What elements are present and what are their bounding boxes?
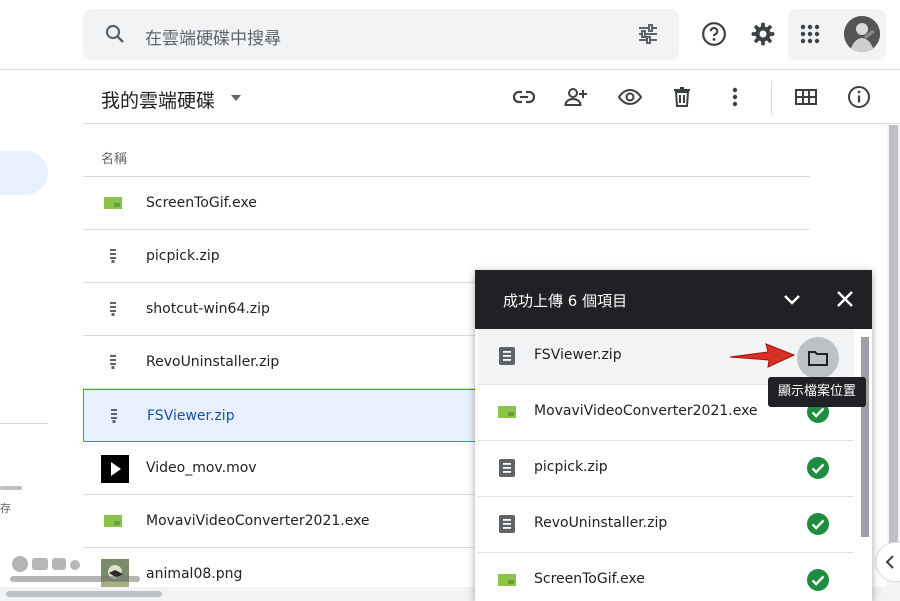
file-name: Video_mov.mov — [146, 460, 257, 476]
file-name: animal08.png — [146, 566, 243, 582]
upload-item[interactable]: RevoUninstaller.zip — [478, 497, 854, 553]
top-bar: 在雲端硬碟中搜尋 — [0, 0, 900, 70]
show-file-location-button[interactable] — [797, 337, 839, 379]
more-vert-icon[interactable] — [723, 85, 747, 109]
info-icon[interactable] — [847, 85, 871, 109]
table-row[interactable]: ScreenToGif.exe — [83, 177, 810, 230]
zip-icon — [499, 459, 515, 477]
file-name: picpick.zip — [146, 248, 220, 264]
upload-item-name: picpick.zip — [534, 459, 608, 475]
scroll-thumb[interactable] — [6, 591, 162, 597]
avatar-photo-icon — [844, 16, 880, 52]
exe-icon — [498, 574, 516, 586]
search-icon — [105, 24, 124, 43]
storage-label: 存 — [0, 502, 11, 515]
vertical-scrollbar[interactable] — [887, 125, 900, 587]
folder-icon — [808, 351, 828, 366]
avatar[interactable] — [844, 16, 880, 52]
upload-item[interactable]: ScreenToGif.exe — [478, 553, 854, 601]
file-name: shotcut-win64.zip — [146, 301, 270, 317]
search-box[interactable]: 在雲端硬碟中搜尋 — [83, 9, 679, 60]
page-title[interactable]: 我的雲端硬碟 — [101, 86, 215, 113]
storage-meter — [0, 486, 22, 490]
grid-view-icon[interactable] — [794, 85, 818, 109]
account-area — [788, 9, 886, 60]
add-person-icon[interactable] — [564, 85, 588, 109]
settings-gear-icon[interactable] — [750, 21, 776, 47]
upload-item-name: RevoUninstaller.zip — [534, 515, 668, 531]
exe-icon — [498, 406, 516, 418]
upload-panel-header: 成功上傳 6 個項目 — [475, 270, 872, 329]
caret-down-icon[interactable] — [229, 91, 243, 105]
sidebar-divider — [0, 423, 48, 424]
upload-item-name: MovaviVideoConverter2021.exe — [534, 403, 758, 419]
sidebar-item-my-drive[interactable] — [0, 151, 48, 195]
header-divider — [771, 81, 772, 115]
zip-icon — [110, 355, 116, 369]
file-name: ScreenToGif.exe — [146, 195, 257, 211]
exe-icon — [104, 515, 122, 527]
upload-scrollbar[interactable] — [858, 329, 872, 601]
close-icon[interactable] — [835, 289, 855, 309]
annotation-arrow-icon — [729, 343, 796, 368]
help-icon[interactable] — [701, 21, 727, 47]
exe-icon — [104, 197, 122, 209]
preview-eye-icon[interactable] — [618, 85, 642, 109]
trash-icon[interactable] — [670, 85, 694, 109]
link-icon[interactable] — [512, 85, 536, 109]
watermark-logo — [10, 556, 140, 582]
zip-icon — [499, 347, 515, 365]
zip-icon — [110, 249, 116, 263]
upload-title: 成功上傳 6 個項目 — [503, 292, 628, 310]
file-name: FSViewer.zip — [147, 408, 235, 424]
zip-icon — [111, 409, 117, 423]
search-options-icon[interactable] — [636, 22, 660, 46]
zip-icon — [499, 515, 515, 533]
column-header-name[interactable]: 名稱 — [83, 125, 810, 177]
check-circle-icon — [807, 513, 829, 535]
scroll-thumb[interactable] — [889, 125, 898, 545]
side-panel-toggle[interactable] — [875, 542, 900, 582]
file-name: MovaviVideoConverter2021.exe — [146, 513, 370, 529]
content-header: 我的雲端硬碟 — [83, 71, 900, 124]
upload-item[interactable]: picpick.zip — [478, 441, 854, 497]
upload-item-name: FSViewer.zip — [534, 347, 622, 363]
video-icon — [101, 455, 129, 483]
check-circle-icon — [807, 457, 829, 479]
file-name: RevoUninstaller.zip — [146, 354, 280, 370]
search-input[interactable]: 在雲端硬碟中搜尋 — [145, 24, 281, 49]
chevron-down-icon[interactable] — [782, 289, 802, 309]
scroll-thumb[interactable] — [861, 337, 869, 537]
check-circle-icon — [807, 569, 829, 591]
upload-item-name: ScreenToGif.exe — [534, 571, 645, 587]
tooltip: 顯示檔案位置 — [768, 377, 866, 407]
column-header-label: 名稱 — [101, 152, 128, 167]
zip-icon — [110, 302, 116, 316]
chevron-left-icon — [885, 555, 894, 569]
upload-panel: 成功上傳 6 個項目 FSViewer.zip MovaviVideoConve… — [475, 270, 872, 601]
apps-grid-icon[interactable] — [798, 22, 822, 46]
